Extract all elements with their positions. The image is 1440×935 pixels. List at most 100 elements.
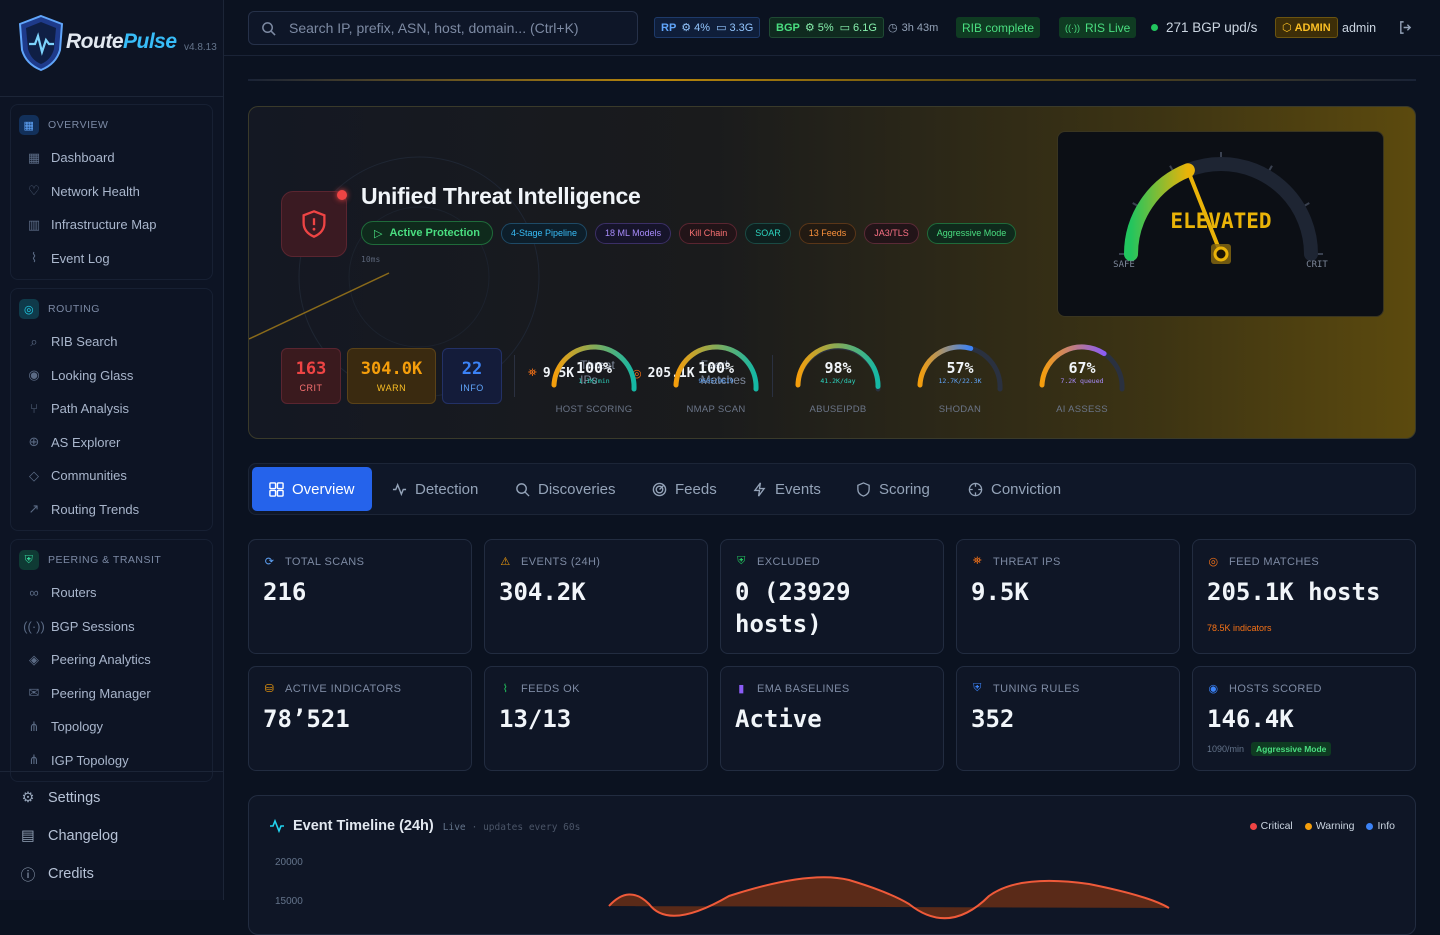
kpi-card-tuning-rules[interactable]: ⛨ TUNING RULES 352: [956, 666, 1180, 771]
kpi-value: 9.5K: [971, 578, 1029, 606]
ring-nmap-scan[interactable]: 100% 9605/9619 NMAP SCAN: [668, 341, 764, 421]
database-icon: ⛁: [264, 683, 275, 695]
sidebar-item-event-log[interactable]: ⌇ Event Log: [11, 242, 212, 276]
cpu-icon: ⚙: [804, 22, 815, 34]
sidebar-item-infrastructure-map[interactable]: ▥ Infrastructure Map: [11, 208, 212, 242]
map-icon: ▥: [27, 216, 41, 232]
search-icon: [516, 482, 530, 497]
nav-section-overview: ▦ OVERVIEW ▦ Dashboard ♡ Network Health ▥ In…: [10, 104, 213, 280]
ring-label: SHODAN: [938, 404, 982, 415]
ring-abuseipdb[interactable]: 98% 41.2K/day ABUSEIPDB: [790, 341, 886, 421]
kpi-card-hosts-scored[interactable]: ◉ HOSTS SCORED 146.4K 1090/min Aggressive M…: [1192, 666, 1416, 771]
tab-detection[interactable]: Detection: [392, 467, 478, 511]
kpi-header: ◎ FEED MATCHES: [1207, 555, 1319, 569]
kpi-card-ema-baselines[interactable]: ▮ EMA BASELINES Active: [720, 666, 944, 771]
sidebar-item-rib-search[interactable]: ⌕ RIB Search: [11, 325, 212, 359]
ring-detail: 12.7K/22.3K: [938, 377, 982, 385]
crosshair-icon: [968, 482, 983, 496]
sidebar-item-communities[interactable]: ◇ Communities: [11, 459, 212, 493]
app-version: v4.8.13: [184, 42, 217, 53]
sidebar-item-settings[interactable]: ⚙ Settings: [0, 779, 224, 817]
kpi-card-active-indicators[interactable]: ⛁ ACTIVE INDICATORS 78’521: [248, 666, 472, 771]
kpi-header: ⟳ TOTAL SCANS: [263, 555, 365, 569]
ring-label: AI ASSESS: [1056, 404, 1108, 415]
radar-icon: ◎: [1208, 556, 1219, 568]
search-placeholder: Search IP, prefix, ASN, host, domain... …: [289, 20, 579, 36]
kpi-value: 216: [263, 578, 307, 606]
ring-ai-assess[interactable]: 67% 7.2K queued AI ASSESS: [1034, 341, 1130, 421]
ring-host-scoring[interactable]: 100% 1.1K/min HOST SCORING: [546, 341, 642, 421]
brand[interactable]: RoutePulse v4.8.13: [0, 0, 223, 97]
tab-feeds[interactable]: Feeds: [652, 467, 717, 511]
eye-icon: ◉: [1208, 683, 1219, 695]
ring-label: ABUSEIPDB: [809, 404, 867, 415]
handshake-icon: ◈: [29, 651, 39, 667]
ring-percent: 100%: [575, 359, 613, 377]
kpi-value: 0 (23929 hosts): [735, 578, 851, 638]
search-input[interactable]: Search IP, prefix, ASN, host, domain... …: [248, 11, 638, 45]
kpi-header: ⛁ ACTIVE INDICATORS: [263, 682, 401, 696]
sidebar: RoutePulse v4.8.13 ▦ OVERVIEW ▦ Dashboard …: [0, 0, 224, 900]
sidebar-item-looking-glass[interactable]: ◉ Looking Glass: [11, 359, 212, 393]
kpi-card-feeds-ok[interactable]: ⌇ FEEDS OK 13/13: [484, 666, 708, 771]
bgp-resource-badge: BGP ⚙ 5% ▭ 6.1G: [769, 17, 884, 38]
ring-shodan[interactable]: 57% 12.7K/22.3K SHODAN: [912, 341, 1008, 421]
top-bar: Search IP, prefix, ASN, host, domain... …: [224, 0, 1440, 56]
sidebar-item-credits[interactable]: ⓘ Credits: [0, 855, 224, 893]
eye-icon: ◉: [28, 367, 40, 383]
divider-line: [248, 79, 1416, 81]
sidebar-item-peering-manager[interactable]: ✉ Peering Manager: [11, 677, 212, 711]
kpi-subtext: 78.5K indicators: [1207, 623, 1272, 633]
logout-button[interactable]: [1392, 17, 1419, 38]
sidebar-item-routers[interactable]: ∞ Routers: [11, 576, 212, 610]
active-protection-badge[interactable]: ▷ Active Protection: [361, 221, 493, 245]
kpi-card-feed-matches[interactable]: ◎ FEED MATCHES 205.1K hosts 78.5K indicato…: [1192, 539, 1416, 654]
sidebar-item-bgp-sessions[interactable]: ((·)) BGP Sessions: [11, 610, 212, 644]
sidebar-item-as-explorer[interactable]: ⊕ AS Explorer: [11, 426, 212, 460]
username[interactable]: admin: [1336, 17, 1382, 38]
sidebar-item-path-analysis[interactable]: ⑂ Path Analysis: [11, 392, 212, 426]
uptime: ◷ 3h 43m: [888, 21, 939, 35]
kpi-card-excluded[interactable]: ⛨ EXCLUDED 0 (23929 hosts): [720, 539, 944, 654]
ring-detail: 1.1K/min: [578, 377, 610, 385]
info-count[interactable]: 22 INFO: [442, 348, 502, 404]
tab-events[interactable]: Events: [752, 467, 821, 511]
grid-icon: ▦: [19, 115, 39, 135]
kpi-value: 205.1K hosts: [1207, 578, 1381, 606]
clock-icon: ◷: [888, 22, 898, 34]
grid-icon: [269, 481, 284, 497]
kpi-header: ⚠ EVENTS (24H): [499, 555, 600, 569]
sidebar-item-topology[interactable]: ⋔ Topology: [11, 710, 212, 744]
sidebar-item-dashboard[interactable]: ▦ Dashboard: [11, 141, 212, 175]
sidebar-item-network-health[interactable]: ♡ Network Health: [11, 175, 212, 209]
kpi-card-events-24h[interactable]: ⚠ EVENTS (24H) 304.2K: [484, 539, 708, 654]
kpi-title: TUNING RULES: [993, 682, 1080, 695]
kpi-title: EMA BASELINES: [757, 682, 850, 695]
sidebar-item-routing-trends[interactable]: ↗ Routing Trends: [11, 493, 212, 527]
tab-overview[interactable]: Overview: [252, 467, 372, 511]
logout-icon: [1400, 21, 1412, 34]
info-icon: ⓘ: [20, 867, 36, 884]
ring-label: NMAP SCAN: [686, 404, 746, 415]
kpi-card-total-scans[interactable]: ⟳ TOTAL SCANS 216: [248, 539, 472, 654]
ris-live-badge[interactable]: ((·)) RIS Live: [1059, 17, 1137, 38]
sidebar-item-changelog[interactable]: ▤ Changelog: [0, 817, 224, 855]
tab-scoring[interactable]: Scoring: [856, 467, 930, 511]
tab-discoveries[interactable]: Discoveries: [515, 467, 616, 511]
timeline-area-chart: [608, 876, 1170, 920]
latency-label: 10ms: [361, 255, 381, 264]
gauge-level-label: ELEVATED: [1170, 209, 1271, 233]
tab-bar: Overview Detection Discoveries Feeds Eve…: [248, 463, 1416, 515]
globe-icon: ⊕: [28, 434, 40, 450]
warning-icon: ⚠: [500, 556, 511, 568]
warn-count[interactable]: 304.0K WARN: [347, 348, 436, 404]
ring-percent: 98%: [824, 359, 852, 377]
crit-count[interactable]: 163 CRIT: [281, 348, 341, 404]
tab-conviction[interactable]: Conviction: [968, 467, 1061, 511]
sidebar-item-peering-analytics[interactable]: ◈ Peering Analytics: [11, 643, 212, 677]
kpi-card-threat-ips[interactable]: ⛯ THREAT IPS 9.5K: [956, 539, 1180, 654]
kpi-title: TOTAL SCANS: [285, 555, 365, 568]
sidebar-bottom: ⚙ Settings ▤ Changelog ⓘ Credits: [0, 771, 224, 893]
kpi-header: ⌇ FEEDS OK: [499, 682, 580, 696]
threat-gauge-dial: ELEVATED SAFE CRIT: [1113, 152, 1328, 270]
